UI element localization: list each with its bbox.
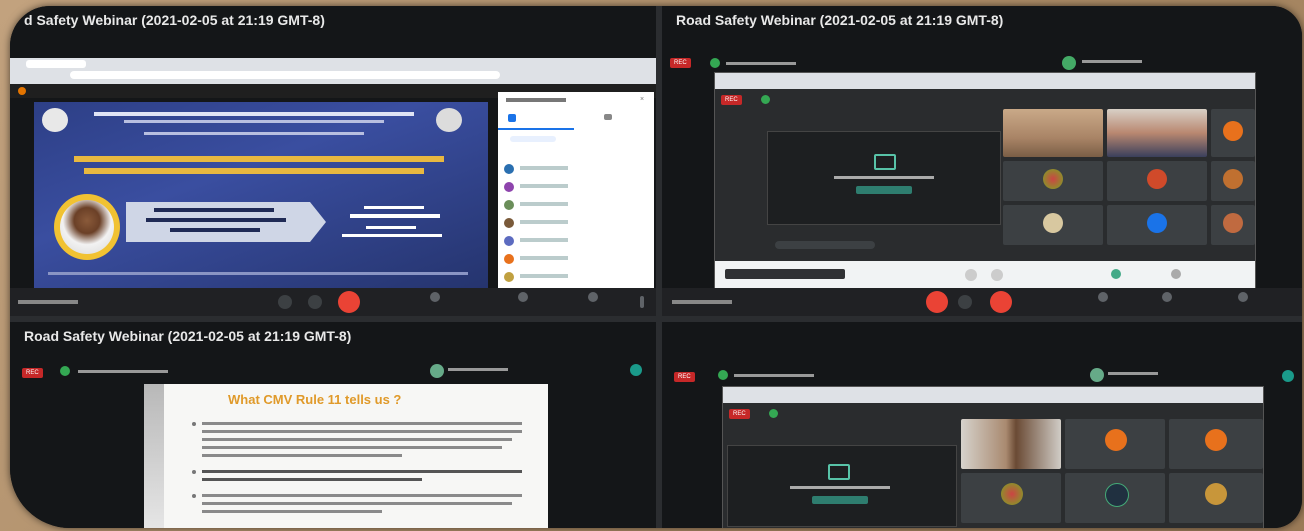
add-people-button[interactable] (510, 136, 556, 142)
mic-off-icon[interactable] (926, 291, 948, 313)
recording-title: Road Safety Webinar (2021-02-05 at 21:19… (676, 12, 1004, 28)
date-label (364, 206, 424, 209)
people-icon[interactable] (430, 292, 440, 302)
speaker-arrow-banner (126, 202, 326, 242)
meet-controls-bar (662, 288, 1302, 316)
presenting-dot (718, 370, 728, 380)
participant-row (504, 252, 648, 266)
participant-row (504, 270, 648, 284)
meet-controls-bar (10, 288, 656, 316)
browser-chrome (715, 73, 1255, 89)
rec-badge: REC (22, 368, 43, 378)
camera-icon[interactable] (958, 295, 972, 309)
participant-video (1107, 109, 1207, 157)
speaker-photo (60, 200, 114, 254)
participant-row (504, 198, 648, 212)
shared-screen: REC (714, 72, 1256, 292)
recording-title: Road Safety Webinar (2021-02-05 at 21:19… (24, 328, 352, 344)
captions-icon[interactable] (518, 292, 528, 302)
slide-title: What CMV Rule 11 tells us ? (228, 392, 402, 407)
meeting-details-link[interactable] (18, 300, 78, 304)
meeting-details-link[interactable] (672, 300, 732, 304)
photo-frame: d Safety Webinar (2021-02-05 at 21:19 GM… (0, 0, 1304, 531)
participant-row (504, 162, 648, 176)
present-icon (828, 464, 850, 480)
end-call-icon[interactable] (990, 291, 1012, 313)
participant-video (1003, 109, 1103, 157)
recording-title: d Safety Webinar (2021-02-05 at 21:19 GM… (24, 12, 325, 28)
presenting-dot (18, 87, 26, 95)
participant-video (961, 419, 1061, 469)
present-icon[interactable] (588, 292, 598, 302)
browser-chrome (10, 58, 656, 84)
participant-row (504, 234, 648, 248)
rec-badge: REC (674, 372, 695, 382)
quadrant-bottom-left: Road Safety Webinar (2021-02-05 at 21:19… (10, 322, 656, 528)
you-are-presenting-box (767, 131, 1001, 225)
you-are-presenting-box (727, 445, 957, 527)
meeting-details-panel: × (498, 92, 654, 288)
people-icon[interactable] (508, 114, 516, 122)
divider-vertical (656, 6, 662, 528)
time-label (342, 234, 442, 237)
quadrant-top-right: Road Safety Webinar (2021-02-05 at 21:19… (662, 6, 1302, 316)
speaker-photo-ring (54, 194, 120, 260)
participant-row (504, 180, 648, 194)
camera-icon[interactable] (308, 295, 322, 309)
browser-chrome (723, 387, 1263, 403)
presenting-dot (710, 58, 720, 68)
topic-line-2 (84, 168, 424, 174)
presenting-dot (60, 366, 70, 376)
tab-indicator (498, 128, 574, 130)
webinar-collage: d Safety Webinar (2021-02-05 at 21:19 GM… (10, 6, 1302, 528)
seal-logo (436, 108, 462, 132)
college-logo (42, 108, 68, 132)
shared-screen: REC (722, 386, 1264, 528)
close-icon[interactable]: × (640, 96, 646, 103)
captions-icon[interactable] (1162, 292, 1172, 302)
quadrant-bottom-right: REC REC (662, 322, 1302, 528)
inner-controls-bar (715, 261, 1255, 291)
webinar-banner (34, 102, 488, 288)
end-call-icon[interactable] (338, 291, 360, 313)
presentation-slide: What CMV Rule 11 tells us ? (144, 384, 548, 528)
people-icon[interactable] (1098, 292, 1108, 302)
more-icon[interactable] (640, 296, 644, 308)
quadrant-top-left: d Safety Webinar (2021-02-05 at 21:19 GM… (10, 6, 656, 316)
present-icon (874, 154, 896, 170)
rec-badge: REC (729, 409, 750, 419)
participant-row (504, 216, 648, 230)
college-name-bar (94, 112, 414, 116)
topic-line-1 (74, 156, 444, 162)
footer-text (48, 272, 468, 275)
rec-badge: REC (721, 95, 742, 105)
rec-badge: REC (670, 58, 691, 68)
stop-presenting-button[interactable] (812, 496, 868, 504)
mic-icon[interactable] (278, 295, 292, 309)
chat-icon[interactable] (604, 114, 612, 120)
stop-presenting-button[interactable] (856, 186, 912, 194)
divider-horizontal (10, 316, 1302, 322)
browser-tab[interactable] (26, 60, 86, 68)
address-bar[interactable] (70, 71, 500, 79)
present-icon[interactable] (1238, 292, 1248, 302)
